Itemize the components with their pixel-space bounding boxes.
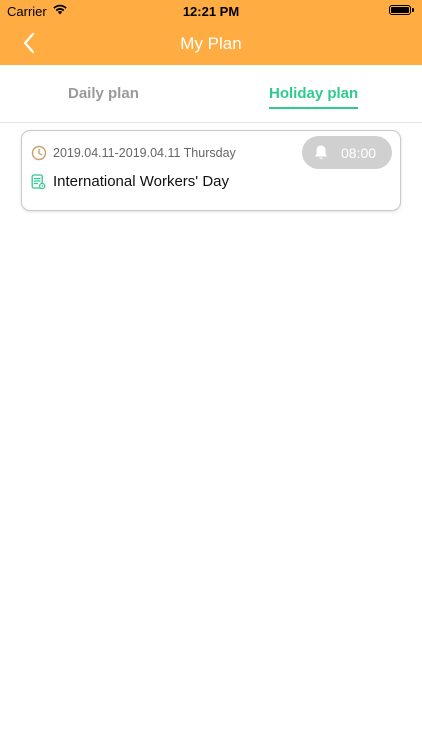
clock-icon: [31, 145, 47, 166]
header-bar: Carrier 12:21 PM My Plan: [0, 0, 422, 65]
tab-daily-plan[interactable]: Daily plan: [68, 85, 139, 102]
status-bar: Carrier 12:21 PM: [0, 0, 422, 22]
reminder-toggle[interactable]: 08:00: [302, 136, 392, 169]
plan-date-range: 2019.04.11-2019.04.11 Thursday: [53, 146, 236, 160]
reminder-time: 08:00: [341, 145, 377, 161]
bell-icon: [313, 144, 329, 166]
status-time: 12:21 PM: [182, 4, 240, 19]
tab-holiday-plan[interactable]: Holiday plan: [269, 85, 359, 109]
page-title: My Plan: [180, 34, 242, 53]
plan-name: International Workers' Day: [53, 173, 229, 190]
document-icon: [31, 174, 46, 195]
plan-tabs: Daily plan Holiday plan: [0, 65, 422, 123]
battery-cap: [412, 8, 414, 12]
battery-icon: [389, 5, 411, 15]
plan-card[interactable]: 2019.04.11-2019.04.11 Thursday 08:00 Int…: [21, 130, 401, 211]
